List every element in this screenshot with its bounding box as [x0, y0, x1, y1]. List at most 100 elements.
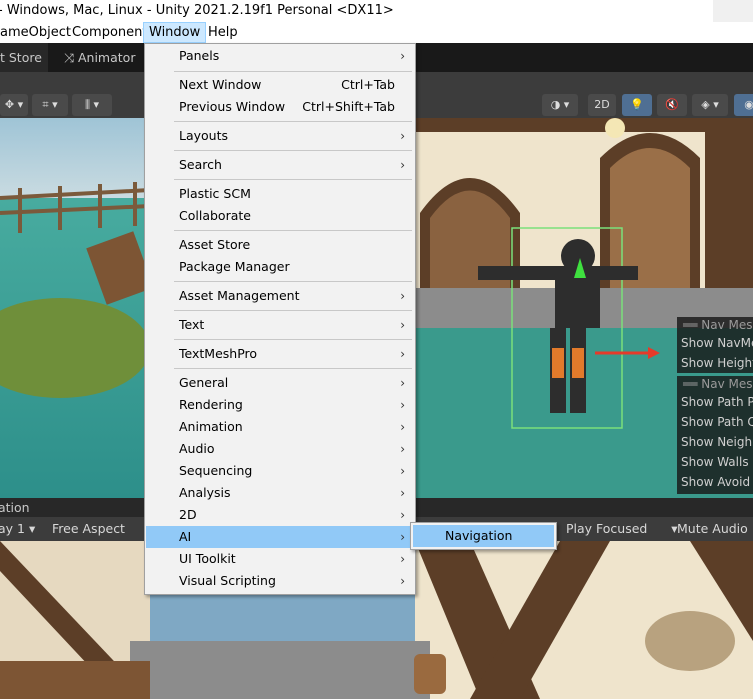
chevron-down-icon: ▾ [28, 521, 36, 536]
menu-item-2d[interactable]: 2D › [146, 504, 414, 526]
audio-mute-icon: 🔇 [665, 98, 679, 111]
shortcut-label: Ctrl+Tab [341, 77, 395, 92]
menu-item-analysis[interactable]: Analysis › [146, 482, 414, 504]
chevron-right-icon: › [400, 376, 405, 390]
chevron-right-icon: › [400, 574, 405, 588]
shortcut-label: Ctrl+Shift+Tab [302, 99, 395, 114]
menu-item-layouts[interactable]: Layouts › [146, 125, 414, 147]
menu-item-next-window[interactable]: Next Window Ctrl+Tab [146, 74, 414, 96]
chevron-right-icon: › [400, 442, 405, 456]
lightbulb-icon: 💡 [630, 98, 644, 111]
chevron-right-icon: › [400, 508, 405, 522]
menu-help[interactable]: Help [203, 22, 243, 43]
window-menu-dropdown: Panels › Next Window Ctrl+Tab Previous W… [144, 43, 416, 595]
nav-mesh-panel-title: ══ Nav Mes [683, 318, 753, 332]
menu-item-asset-store[interactable]: Asset Store [146, 234, 414, 256]
menu-separator [174, 179, 412, 180]
chevron-right-icon: › [400, 129, 405, 143]
menu-item-panels[interactable]: Panels › [146, 45, 414, 67]
nav-agent-display-panel: ══ Nav Mes Show Path P Show Path Q Show … [677, 376, 753, 494]
menu-component[interactable]: Component [67, 22, 152, 43]
effects-button[interactable]: ◈ ▾ [692, 94, 728, 116]
menu-item-text[interactable]: Text › [146, 314, 414, 336]
effects-icon: ◈ ▾ [701, 98, 719, 111]
show-navmesh-toggle[interactable]: Show NavMe [677, 333, 753, 353]
show-neighbours-toggle[interactable]: Show Neighb [677, 432, 753, 452]
chevron-right-icon: › [400, 464, 405, 478]
eye-icon: ◉ [744, 98, 753, 111]
chevron-right-icon: › [400, 552, 405, 566]
menu-item-visual-scripting[interactable]: Visual Scripting › [146, 570, 414, 592]
menu-item-navigation[interactable]: Navigation [413, 525, 554, 547]
audio-toggle-button[interactable]: 🔇 [657, 94, 687, 116]
menu-separator [174, 230, 412, 231]
increment-snap-button[interactable]: ⫼ ▾ [72, 94, 112, 116]
menu-item-audio[interactable]: Audio › [146, 438, 414, 460]
draw-mode-button[interactable]: ◑ ▾ [542, 94, 578, 116]
scene-visibility-button[interactable]: ◉ [734, 94, 753, 116]
ai-submenu: Navigation [410, 522, 557, 550]
menu-gameobject[interactable]: ameObject [0, 22, 76, 43]
grid-icon: ⌗ ▾ [42, 98, 58, 111]
nav-mesh-display-panel: ══ Nav Mes Show NavMe Show Height [677, 317, 753, 373]
shading-icon: ◑ ▾ [550, 98, 570, 111]
display-select[interactable]: ay 1 ▾ [0, 517, 35, 541]
show-path-polygons-toggle[interactable]: Show Path P [677, 392, 753, 412]
tab-animator[interactable]: ⤨ Animator [58, 43, 142, 72]
tool-handle-button[interactable]: ✥ ▾ [0, 94, 28, 116]
chevron-right-icon: › [400, 398, 405, 412]
chevron-right-icon: › [400, 420, 405, 434]
menu-item-general[interactable]: General › [146, 372, 414, 394]
chevron-right-icon: › [400, 158, 405, 172]
tab-animation[interactable]: ation [0, 498, 30, 517]
aspect-select[interactable]: Free Aspect [52, 517, 125, 541]
show-walls-toggle[interactable]: Show Walls [677, 452, 753, 472]
menu-item-package-manager[interactable]: Package Manager [146, 256, 414, 278]
play-focused-select[interactable]: Play Focused ▾ [566, 517, 678, 541]
menu-item-previous-window[interactable]: Previous Window Ctrl+Shift+Tab [146, 96, 414, 118]
tab-asset-store[interactable]: t Store [0, 43, 48, 72]
lighting-toggle-button[interactable]: 💡 [622, 94, 652, 116]
show-avoidance-toggle[interactable]: Show Avoid [677, 472, 753, 492]
window-control-button[interactable] [713, 0, 753, 22]
display-select-value: ay 1 [0, 521, 25, 536]
menu-item-ui-toolkit[interactable]: UI Toolkit › [146, 548, 414, 570]
tab-animator-label: Animator [77, 50, 136, 65]
title-bar: - Windows, Mac, Linux - Unity 2021.2.19f… [0, 0, 753, 22]
menu-item-animation[interactable]: Animation › [146, 416, 414, 438]
show-path-query-toggle[interactable]: Show Path Q [677, 412, 753, 432]
chevron-right-icon: › [400, 289, 405, 303]
menu-item-ai[interactable]: AI › [146, 526, 414, 548]
menu-item-textmeshpro[interactable]: TextMeshPro › [146, 343, 414, 365]
menu-item-search[interactable]: Search › [146, 154, 414, 176]
chevron-down-icon: ▾ [651, 521, 678, 536]
menu-separator [174, 310, 412, 311]
snap-icon: ⫼ ▾ [84, 98, 100, 111]
menu-item-navigation-label: Navigation [445, 528, 513, 543]
mute-audio-toggle[interactable]: Mute Audio [677, 517, 748, 541]
chevron-right-icon: › [400, 347, 405, 361]
aspect-select-value: Free Aspect [52, 521, 125, 536]
chevron-right-icon: › [400, 486, 405, 500]
2d-toggle-button[interactable]: 2D [588, 94, 616, 116]
menu-item-sequencing[interactable]: Sequencing › [146, 460, 414, 482]
menu-separator [174, 71, 412, 72]
grid-snap-button[interactable]: ⌗ ▾ [32, 94, 68, 116]
menu-separator [174, 368, 412, 369]
menu-item-collaborate[interactable]: Collaborate [146, 205, 414, 227]
show-heightmesh-toggle[interactable]: Show Height [677, 353, 753, 373]
nav-agent-panel-title: ══ Nav Mes [683, 377, 753, 391]
chevron-right-icon: › [400, 318, 405, 332]
menu-item-asset-management[interactable]: Asset Management › [146, 285, 414, 307]
menu-separator [174, 281, 412, 282]
menu-separator [174, 121, 412, 122]
menu-window[interactable]: Window [143, 22, 207, 43]
menu-separator [174, 339, 412, 340]
pivot-icon: ✥ ▾ [4, 98, 24, 111]
play-focused-label: Play Focused [566, 521, 648, 536]
menu-item-rendering[interactable]: Rendering › [146, 394, 414, 416]
chevron-right-icon: › [400, 49, 405, 63]
menu-item-plastic-scm[interactable]: Plastic SCM [146, 183, 414, 205]
animator-icon: ⤨ [64, 50, 78, 65]
menu-bar: ameObject Component Window Help [0, 22, 753, 43]
